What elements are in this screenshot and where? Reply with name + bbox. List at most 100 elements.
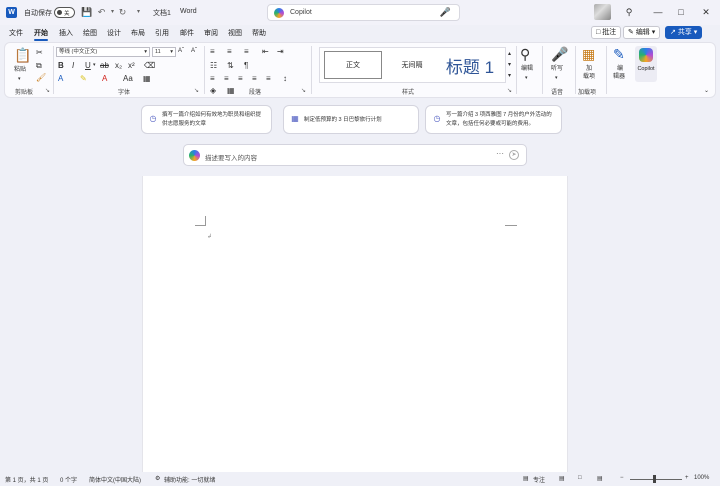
tab-mailings[interactable]: 邮件 bbox=[180, 28, 194, 38]
share-button[interactable]: ↗ 共享 ▾ bbox=[665, 26, 703, 39]
zoom-level[interactable]: 100% bbox=[694, 475, 709, 481]
align-center-icon[interactable]: ≡ bbox=[224, 74, 229, 83]
autosave-toggle[interactable]: 关 bbox=[54, 7, 75, 18]
clipboard-launcher-icon[interactable]: ↘ bbox=[45, 87, 50, 94]
save-icon[interactable]: 💾 bbox=[81, 7, 92, 18]
clear-formatting-icon[interactable]: ⌫ bbox=[144, 61, 155, 70]
suggestion-card[interactable]: ◷ 撰写一篇介绍如何有效地为职员和组织提供志愿服务的文章 bbox=[141, 105, 272, 134]
suggestion-card[interactable]: ▦ 制定低预算的 3 日巴黎旅行计划 bbox=[283, 105, 419, 134]
zoom-slider-track[interactable] bbox=[630, 479, 682, 480]
superscript-icon[interactable]: x² bbox=[128, 61, 135, 70]
word-count[interactable]: 0 个字 bbox=[60, 475, 77, 484]
paste-icon[interactable]: 📋 bbox=[14, 47, 31, 63]
style-no-spacing[interactable]: 无间隔 bbox=[384, 51, 440, 79]
bullets-icon[interactable]: ≡ bbox=[210, 47, 215, 56]
paragraph-launcher-icon[interactable]: ↘ bbox=[301, 87, 306, 94]
style-normal[interactable]: 正文 bbox=[324, 51, 382, 79]
shrink-font-icon[interactable]: Aˇ bbox=[191, 47, 197, 56]
editing-label[interactable]: 编辑 bbox=[521, 65, 533, 74]
accessibility-status[interactable]: 辅助功能: 一切就绪 bbox=[164, 475, 215, 484]
more-options-icon[interactable]: ··· bbox=[496, 149, 504, 158]
lightbulb-icon[interactable]: ⚲ bbox=[622, 5, 636, 19]
line-spacing-icon[interactable]: ↕ bbox=[283, 74, 287, 83]
bold-icon[interactable]: B bbox=[58, 61, 64, 70]
editor-label-2[interactable]: 辑器 bbox=[613, 73, 625, 82]
font-size-select[interactable]: 11 ▾ bbox=[152, 47, 176, 57]
justify-icon[interactable]: ≡ bbox=[252, 74, 257, 83]
change-case-icon[interactable]: Aa bbox=[123, 74, 133, 83]
focus-mode[interactable]: 专注 bbox=[533, 475, 545, 484]
tab-review[interactable]: 审阅 bbox=[204, 28, 218, 38]
font-launcher-icon[interactable]: ↘ bbox=[194, 87, 199, 94]
styles-scroll-down-icon[interactable]: ▾ bbox=[508, 61, 511, 70]
microphone-icon[interactable]: 🎤 bbox=[551, 46, 568, 62]
paste-label[interactable]: 粘贴 bbox=[14, 66, 26, 75]
editing-mode-button[interactable]: ✎ 编辑 ▾ bbox=[623, 26, 661, 39]
show-formatting-marks-icon[interactable]: ¶ bbox=[244, 61, 248, 70]
redo-icon[interactable]: ↻ bbox=[117, 7, 128, 18]
tab-draw[interactable]: 绘图 bbox=[83, 28, 97, 38]
highlight-icon[interactable]: ✎ bbox=[80, 74, 87, 83]
styles-scroll-up-icon[interactable]: ▴ bbox=[508, 50, 511, 59]
character-shading-icon[interactable]: ▦ bbox=[143, 74, 151, 83]
web-layout-icon[interactable]: ▤ bbox=[597, 475, 603, 482]
copilot-search-box[interactable]: Copilot 🎤 bbox=[267, 4, 460, 21]
zoom-out-icon[interactable]: − bbox=[620, 475, 624, 481]
editing-dropdown-icon[interactable]: ▾ bbox=[525, 74, 528, 83]
find-icon[interactable]: ⚲ bbox=[520, 46, 530, 62]
copilot-button[interactable]: Copilot bbox=[635, 46, 657, 82]
zoom-slider-thumb[interactable] bbox=[653, 475, 656, 483]
suggestion-card[interactable]: ◷ 写一篇介绍 3 项西雅图 7 月份的户外活动的文章，包括任何必要或可能的费用… bbox=[425, 105, 562, 134]
align-left-icon[interactable]: ≡ bbox=[210, 74, 215, 83]
grow-font-icon[interactable]: Aˆ bbox=[178, 47, 184, 56]
font-name-select[interactable]: 等线 (中文正文) ▾ bbox=[56, 47, 150, 57]
tab-layout[interactable]: 布局 bbox=[131, 28, 145, 38]
paste-dropdown-icon[interactable]: ▾ bbox=[18, 75, 21, 84]
style-heading-1[interactable]: 标题 1 bbox=[441, 51, 499, 79]
minimize-icon[interactable]: — bbox=[651, 5, 665, 19]
microphone-icon[interactable]: 🎤 bbox=[440, 7, 451, 18]
dictate-dropdown-icon[interactable]: ▾ bbox=[555, 74, 558, 83]
decrease-indent-icon[interactable]: ⇤ bbox=[262, 47, 269, 56]
collapse-ribbon-icon[interactable]: ⌄ bbox=[704, 87, 709, 96]
comments-button[interactable]: □ 批注 bbox=[591, 26, 622, 39]
tab-references[interactable]: 引用 bbox=[155, 28, 169, 38]
tab-insert[interactable]: 插入 bbox=[59, 28, 73, 38]
underline-icon[interactable]: U bbox=[85, 61, 91, 70]
dictate-label[interactable]: 听写 bbox=[551, 65, 563, 74]
maximize-icon[interactable]: □ bbox=[674, 5, 688, 19]
add-ins-icon[interactable]: ▦ bbox=[582, 46, 595, 62]
align-right-icon[interactable]: ≡ bbox=[238, 74, 243, 83]
tab-design[interactable]: 设计 bbox=[107, 28, 121, 38]
language-status[interactable]: 简体中文(中国大陆) bbox=[89, 475, 141, 484]
print-layout-icon[interactable]: □ bbox=[578, 475, 582, 481]
read-mode-icon[interactable]: ▤ bbox=[559, 475, 565, 482]
close-icon[interactable]: ✕ bbox=[699, 5, 713, 19]
sort-icon[interactable]: ⇅ bbox=[227, 61, 234, 70]
multilevel-list-icon[interactable]: ≡ bbox=[244, 47, 249, 56]
styles-launcher-icon[interactable]: ↘ bbox=[507, 87, 512, 94]
editor-icon[interactable]: ✎ bbox=[613, 46, 625, 62]
increase-indent-icon[interactable]: ⇥ bbox=[277, 47, 284, 56]
font-color-icon[interactable]: A bbox=[102, 74, 107, 83]
customize-quick-access-icon[interactable]: ▾ bbox=[133, 7, 144, 18]
tab-view[interactable]: 视图 bbox=[228, 28, 242, 38]
avatar[interactable] bbox=[594, 4, 611, 20]
tab-home[interactable]: 开始 bbox=[34, 28, 48, 41]
document-page[interactable]: ↲ bbox=[142, 176, 568, 472]
subscript-icon[interactable]: x₂ bbox=[115, 61, 122, 70]
copilot-prompt-box[interactable]: 描述要写入的内容 ··· ➤ bbox=[183, 144, 527, 166]
strikethrough-icon[interactable]: ab bbox=[100, 61, 109, 70]
italic-icon[interactable]: I bbox=[72, 61, 74, 70]
copy-icon[interactable]: ⧉ bbox=[36, 61, 42, 70]
underline-dropdown-icon[interactable]: ▾ bbox=[93, 61, 96, 70]
undo-icon[interactable]: ↶ bbox=[96, 7, 107, 18]
shading-icon[interactable]: ◈ bbox=[210, 86, 216, 95]
numbering-icon[interactable]: ≡ bbox=[227, 47, 232, 56]
add-ins-label-2[interactable]: 载项 bbox=[583, 73, 595, 82]
tab-file[interactable]: 文件 bbox=[9, 28, 23, 38]
borders-icon[interactable]: ▦ bbox=[227, 86, 235, 95]
page-count[interactable]: 第 1 页，共 1 页 bbox=[5, 475, 48, 484]
format-painter-icon[interactable]: 🖌 bbox=[36, 73, 46, 82]
text-effects-icon[interactable]: A bbox=[58, 74, 63, 83]
